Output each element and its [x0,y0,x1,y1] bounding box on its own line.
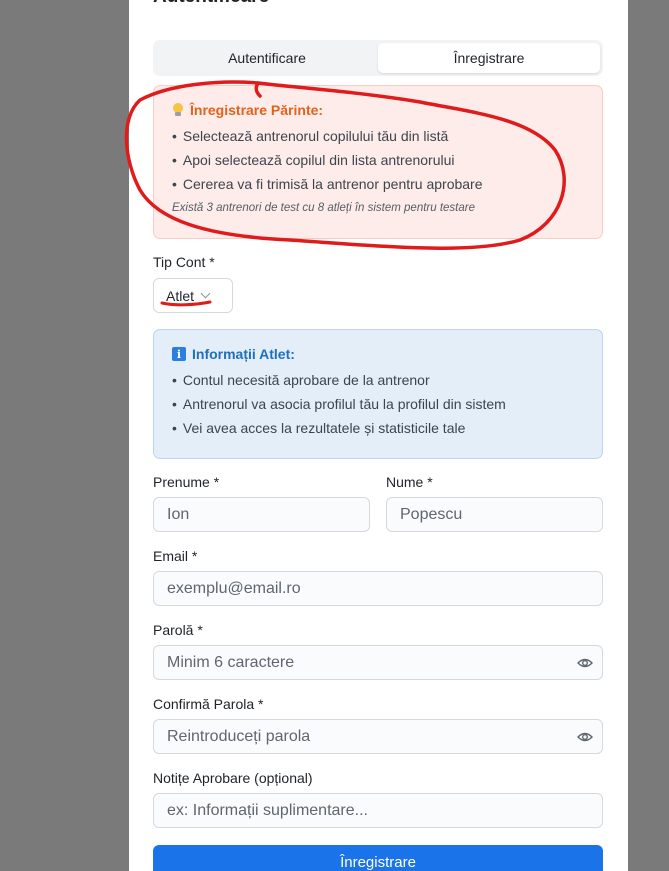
list-item: Cererea va fi trimisă la antrenor pentru… [172,172,584,196]
notice-title: Înregistrare Părinte: [190,102,324,118]
list-item: Selectează antrenorul copilului tău din … [172,124,584,148]
account-type-select[interactable]: Atlet [153,278,233,313]
notice-list: Selectează antrenorul copilului tău din … [172,124,584,196]
tab-login[interactable]: Autentificare [156,43,378,73]
first-name-input[interactable]: Ion [153,497,370,532]
registration-card: Autentificare Autentificare Înregistrare… [129,0,628,871]
list-item: Antrenorul va asocia profilul tău la pro… [172,392,584,416]
eye-icon[interactable] [577,730,593,744]
list-item: Vei avea acces la rezultatele și statist… [172,416,584,440]
email-label: Email * [153,548,198,564]
info-icon: i [172,347,186,361]
notes-input[interactable]: ex: Informații suplimentare... [153,793,603,828]
info-list: Contul necesită aprobare de la antrenor … [172,368,584,440]
notes-label: Notițe Aprobare (opțional) [153,770,313,786]
last-name-label: Nume * [386,474,433,490]
tab-register[interactable]: Înregistrare [378,43,600,73]
auth-tabs: Autentificare Înregistrare [153,40,603,76]
list-item: Apoi selectează copilul din lista antren… [172,148,584,172]
parent-registration-notice: Înregistrare Părinte: Selectează antreno… [153,85,603,239]
confirm-password-label: Confirmă Parola * [153,696,264,712]
confirm-password-placeholder: Reintroduceți parola [167,727,311,745]
password-placeholder: Minim 6 caractere [167,653,295,671]
info-title: Informații Atlet: [192,346,295,362]
list-item: Contul necesită aprobare de la antrenor [172,368,584,392]
card-title: Autentificare [153,0,269,8]
eye-icon[interactable] [577,656,593,670]
chevron-down-icon [200,288,211,299]
athlete-info-box: i Informații Atlet: Contul necesită apro… [153,329,603,459]
first-name-label: Prenume * [153,474,220,490]
notice-note: Există 3 antrenori de test cu 8 atleți î… [172,202,475,214]
last-name-input[interactable]: Popescu [386,497,603,532]
lightbulb-icon [172,103,184,117]
password-input[interactable]: Minim 6 caractere [153,645,603,680]
register-submit-button[interactable]: Înregistrare [153,845,603,871]
account-type-value: Atlet [166,287,195,304]
password-label: Parolă * [153,622,203,638]
email-input[interactable]: exemplu@email.ro [153,571,603,606]
confirm-password-input[interactable]: Reintroduceți parola [153,719,603,754]
account-type-label: Tip Cont * [153,254,215,270]
